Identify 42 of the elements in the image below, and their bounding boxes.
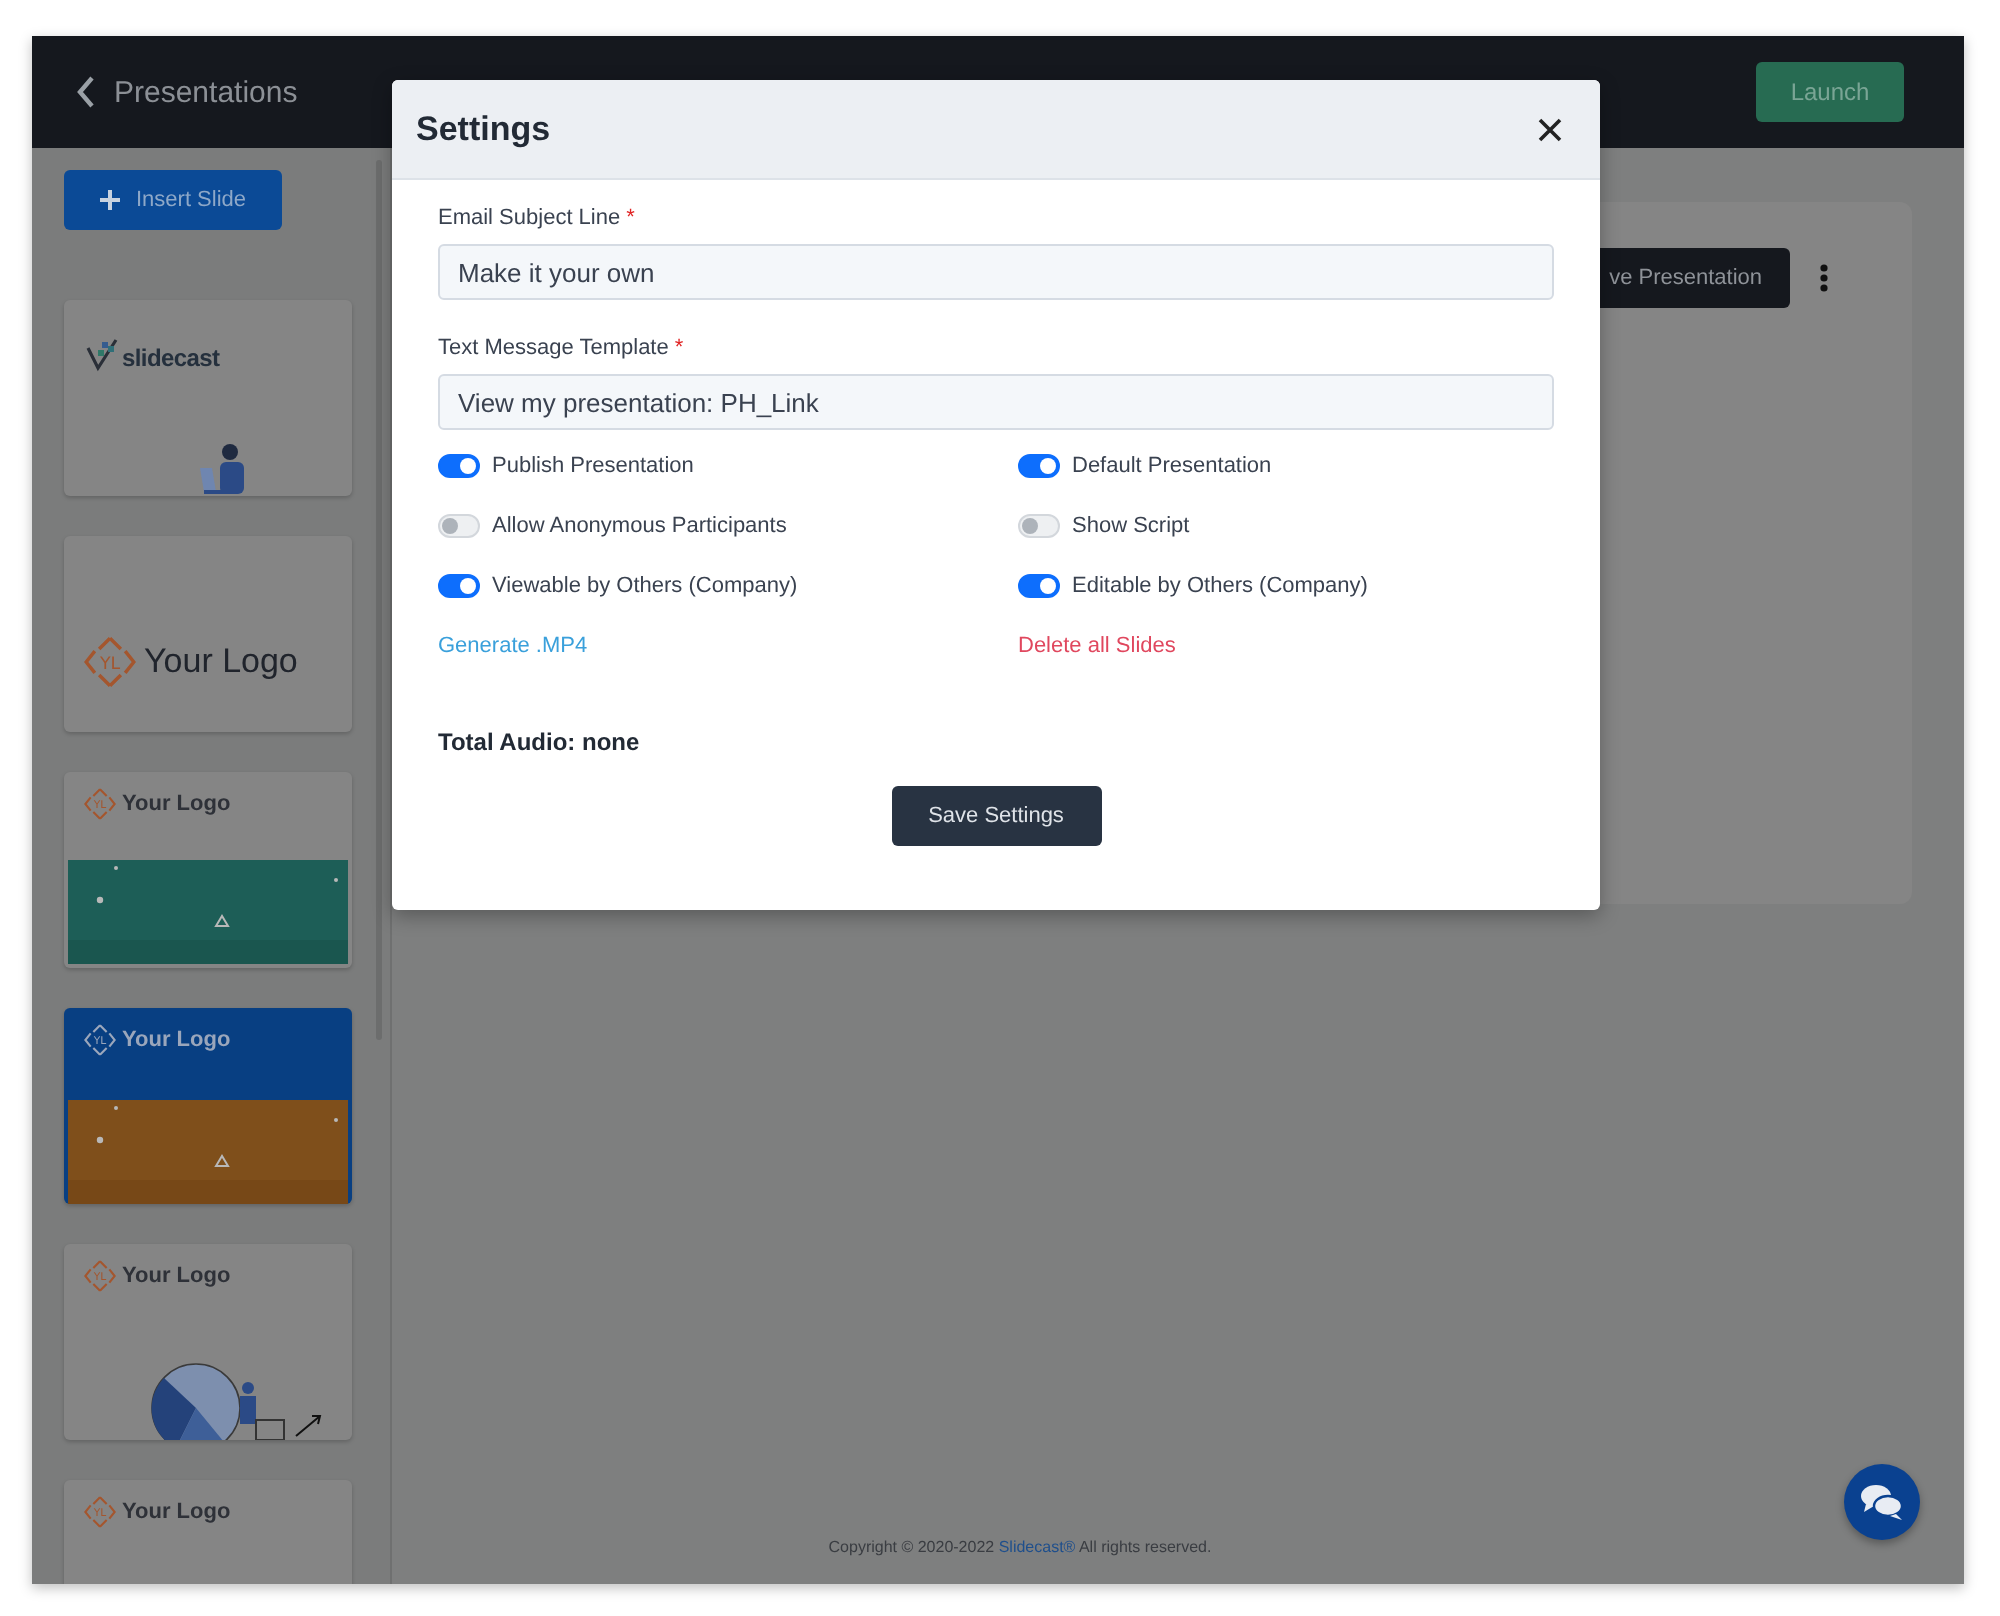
- toggle-switch[interactable]: [438, 454, 480, 478]
- slide-thumbnail[interactable]: slidecast: [64, 300, 352, 496]
- chat-button[interactable]: [1844, 1464, 1920, 1540]
- toggle-switch[interactable]: [1018, 454, 1060, 478]
- total-audio-text: Total Audio: none: [438, 728, 642, 756]
- logo-text: Your Logo: [122, 1264, 231, 1288]
- chat-bubbles-icon: [1860, 1484, 1904, 1520]
- logo-text: Your Logo: [122, 1028, 231, 1052]
- save-settings-button[interactable]: Save Settings: [891, 786, 1101, 846]
- chevron-left-icon: [76, 76, 96, 108]
- toggle-label: Viewable by Others (Company): [492, 574, 798, 598]
- brand-icon: [84, 336, 120, 372]
- slide-thumbnail[interactable]: YL Your Logo: [64, 536, 352, 732]
- toggle-label: Publish Presentation: [492, 454, 694, 478]
- input-field[interactable]: Make it your own: [438, 244, 1554, 300]
- brand-name: slidecast: [122, 344, 220, 372]
- toggle-label: Editable by Others (Company): [1072, 574, 1368, 598]
- logo-text: Your Logo: [144, 642, 298, 682]
- field-label: Text Message Template: [438, 336, 669, 360]
- company-link[interactable]: Slidecast®: [998, 1538, 1076, 1556]
- close-icon: [1538, 117, 1562, 141]
- more-options-icon[interactable]: [1818, 262, 1830, 294]
- back-button[interactable]: Presentations: [76, 75, 298, 109]
- logo-text: Your Logo: [122, 792, 231, 816]
- logo-text: Your Logo: [122, 1500, 231, 1524]
- plus-icon: [99, 190, 120, 210]
- action-link[interactable]: Delete all Slides: [1018, 634, 1176, 658]
- input-field[interactable]: View my presentation: PH_Link: [438, 374, 1554, 430]
- launch-button[interactable]: Launch: [1756, 61, 1904, 121]
- copyright-text: Copyright © 2020-2022 Slidecast® All rights reserved.: [828, 1538, 1212, 1556]
- toggle-switch[interactable]: [1018, 574, 1060, 598]
- insert-slide-button[interactable]: Insert Slide: [64, 170, 282, 230]
- logo-mark: YL: [84, 636, 136, 688]
- toggle-switch[interactable]: [438, 574, 480, 598]
- toggle-label: Allow Anonymous Participants: [492, 514, 787, 538]
- action-link[interactable]: Generate .MP4: [438, 634, 588, 658]
- toggle-label: Show Script: [1072, 514, 1190, 538]
- toggle-label: Default Presentation: [1072, 454, 1272, 478]
- field-label: Email Subject Line: [438, 206, 621, 230]
- required-mark: *: [626, 206, 635, 230]
- required-mark: *: [674, 336, 684, 360]
- dialog-title: Settings: [416, 109, 551, 149]
